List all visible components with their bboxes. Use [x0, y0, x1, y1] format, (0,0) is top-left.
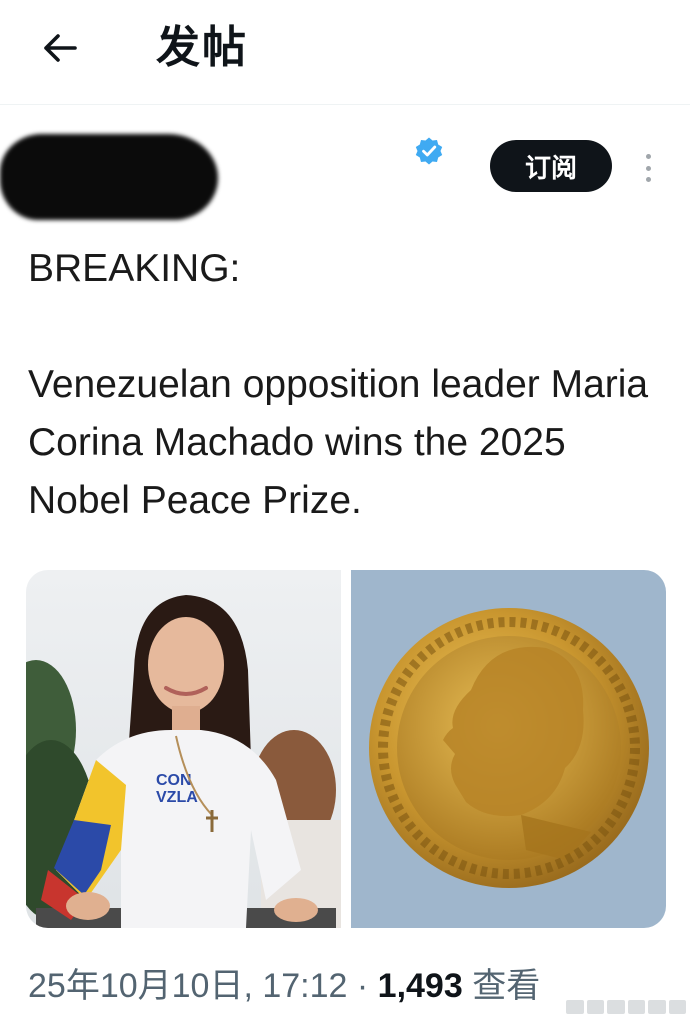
tweet-body: Venezuelan opposition leader Maria Corin…: [28, 363, 649, 522]
tweet-text: BREAKING: Venezuelan opposition leader M…: [28, 240, 668, 530]
author-row: 订阅: [0, 120, 690, 230]
redacted-avatar-and-name: [0, 134, 218, 220]
timestamp: 25年10月10日, 17:12: [28, 967, 348, 1005]
views-label: 查看: [472, 966, 541, 1006]
photo-nobel-medal[interactable]: [351, 570, 666, 928]
views-count[interactable]: 1,493: [378, 967, 463, 1005]
more-vertical-icon[interactable]: [636, 148, 660, 188]
watermark: [566, 1000, 686, 1014]
photo-machado[interactable]: CON VZLA: [26, 570, 341, 928]
svg-text:VZLA: VZLA: [156, 789, 198, 806]
tweet-meta: 25年10月10日, 17:12 · 1,493 查看: [28, 958, 540, 1007]
tweet-headline: BREAKING:: [28, 247, 241, 290]
media-grid: CON VZLA: [26, 570, 666, 928]
back-button[interactable]: [38, 28, 82, 68]
arrow-left-icon: [44, 34, 77, 62]
page-title: 发帖: [156, 22, 248, 73]
meta-separator: ·: [356, 967, 369, 1005]
svg-text:CON: CON: [156, 772, 192, 789]
verified-badge-icon: [415, 137, 443, 165]
subscribe-button[interactable]: 订阅: [490, 140, 612, 192]
top-bar: 发帖: [0, 0, 690, 105]
